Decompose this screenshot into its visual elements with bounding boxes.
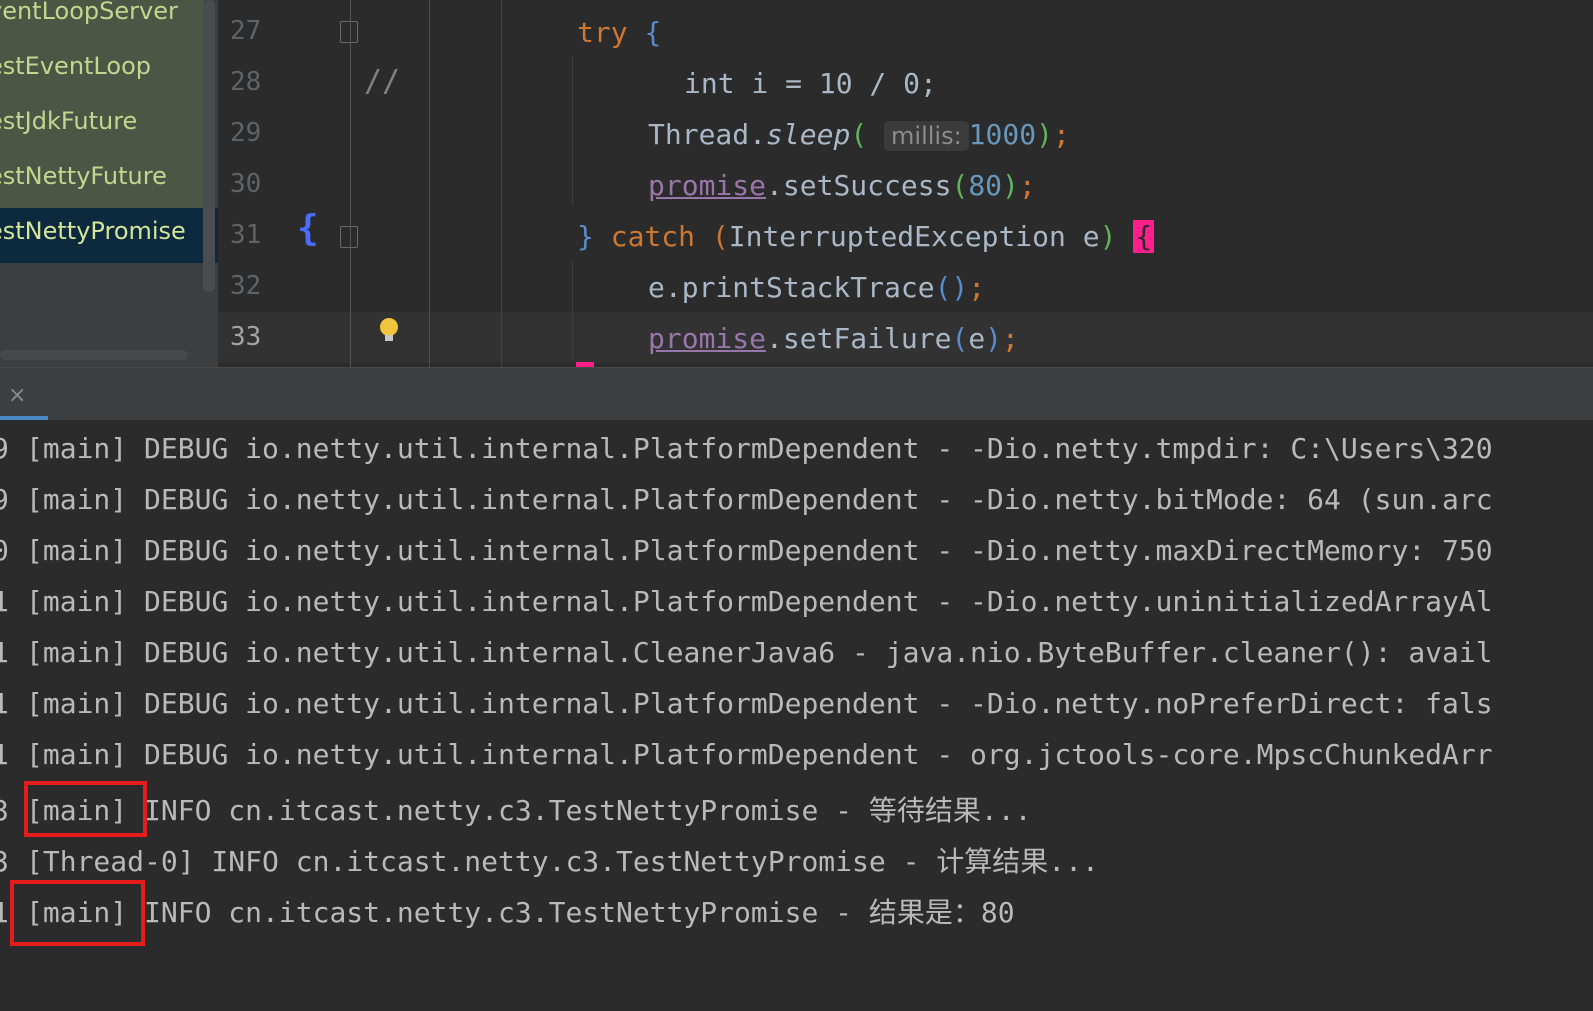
matched-brace: { [1133, 220, 1155, 253]
tree-item-label: estJdkFuture [0, 107, 138, 135]
annotation-box-main [24, 781, 147, 837]
code-method: .setSuccess [766, 169, 952, 202]
brace: { [644, 16, 662, 49]
code-line-33: promise.setFailure(e); [218, 309, 1593, 360]
console-output[interactable]: 9 [main] DEBUG io.netty.util.internal.Pla… [0, 420, 1593, 1011]
field-reference: promise [648, 169, 767, 202]
number-literal: 1000 [968, 118, 1037, 151]
log-line: 3 [Thread-0] INFO cn.itcast.netty.c3.Test… [0, 845, 1099, 878]
log-line: 9 [main] DEBUG io.netty.util.internal.Pla… [0, 483, 1493, 516]
tree-item-eventloopserver[interactable]: ventLoopServer [0, 0, 204, 43]
brace: } [577, 220, 594, 253]
log-line: 1 [main] DEBUG io.netty.util.internal.Pla… [0, 687, 1493, 720]
close-icon[interactable]: × [8, 383, 26, 408]
tree-item-label: ventLoopServer [0, 0, 178, 25]
code-line-31: } catch (InterruptedException e) { [218, 207, 1593, 258]
log-line: 1 [main] DEBUG io.netty.util.internal.Cle… [0, 636, 1493, 669]
code-line-30: promise.setSuccess(80); [218, 156, 1593, 207]
code-line-29: Thread.sleep( millis: 1000); [218, 105, 1593, 156]
code-method: .setFailure [766, 322, 952, 355]
code-line-28: int i = 10 / 0; [218, 54, 1593, 105]
field-reference: promise [648, 322, 767, 355]
semicolon: ; [1018, 169, 1036, 202]
tree-vertical-scrollbar[interactable] [203, 0, 215, 292]
tree-item-testeventloop[interactable]: estEventLoop [0, 43, 204, 98]
code-text: int i = 10 / 0; [684, 67, 937, 100]
log-line: 3 [main] INFO cn.itcast.netty.c3.TestNett… [0, 794, 1032, 827]
log-line: 1 [main] INFO cn.itcast.netty.c3.TestNett… [0, 896, 1015, 929]
paren: ( [711, 220, 729, 253]
code-arg: e [968, 322, 986, 355]
project-tree: ventLoopServer estEventLoop estJdkFuture… [0, 0, 218, 367]
tree-item-label: estNettyPromise [0, 217, 186, 245]
number-literal: 80 [968, 169, 1003, 202]
tree-item-testjdkfuture[interactable]: estJdkFuture [0, 98, 204, 153]
paren: ) [1099, 220, 1117, 253]
paren: ) [1036, 118, 1053, 151]
semicolon: ; [1052, 118, 1070, 151]
code-editor[interactable]: 27 28 29 30 31 32 33 // { try { int i = … [218, 0, 1593, 367]
paren: () [934, 271, 969, 304]
paren: ( [951, 169, 969, 202]
paren: ) [985, 322, 1003, 355]
catch-args: InterruptedException e [728, 220, 1100, 253]
semicolon: ; [968, 271, 986, 304]
paren: ( [850, 118, 868, 151]
log-line: 1 [main] DEBUG io.netty.util.internal.Pla… [0, 738, 1493, 771]
code-method: sleep [766, 118, 851, 151]
tree-item-testnettyfuture[interactable]: estNettyFuture [0, 153, 204, 208]
code-method: e.printStackTrace [648, 271, 935, 304]
console-tab-bar: × [0, 367, 1593, 421]
tree-item-testnettypromise[interactable]: estNettyPromise [0, 208, 218, 263]
code-line-32: e.printStackTrace(); [218, 258, 1593, 309]
log-line: 9 [main] DEBUG io.netty.util.internal.Pla… [0, 432, 1493, 465]
tree-item-label: estNettyFuture [0, 162, 167, 190]
tree-horizontal-scrollbar[interactable] [0, 350, 188, 360]
code-line-27: try { [218, 3, 1593, 54]
tree-item-label: estEventLoop [0, 52, 151, 80]
parameter-hint: millis: [884, 121, 969, 151]
keyword-catch: catch [610, 220, 696, 253]
log-line: 1 [main] DEBUG io.netty.util.internal.Pla… [0, 585, 1493, 618]
paren: ( [951, 322, 969, 355]
annotation-box-main [10, 880, 145, 946]
log-line: 0 [main] DEBUG io.netty.util.internal.Pla… [0, 534, 1493, 567]
paren: ) [1002, 169, 1019, 202]
code-object: Thread. [648, 118, 767, 151]
semicolon: ; [1002, 322, 1019, 355]
keyword-try: try [577, 16, 628, 49]
